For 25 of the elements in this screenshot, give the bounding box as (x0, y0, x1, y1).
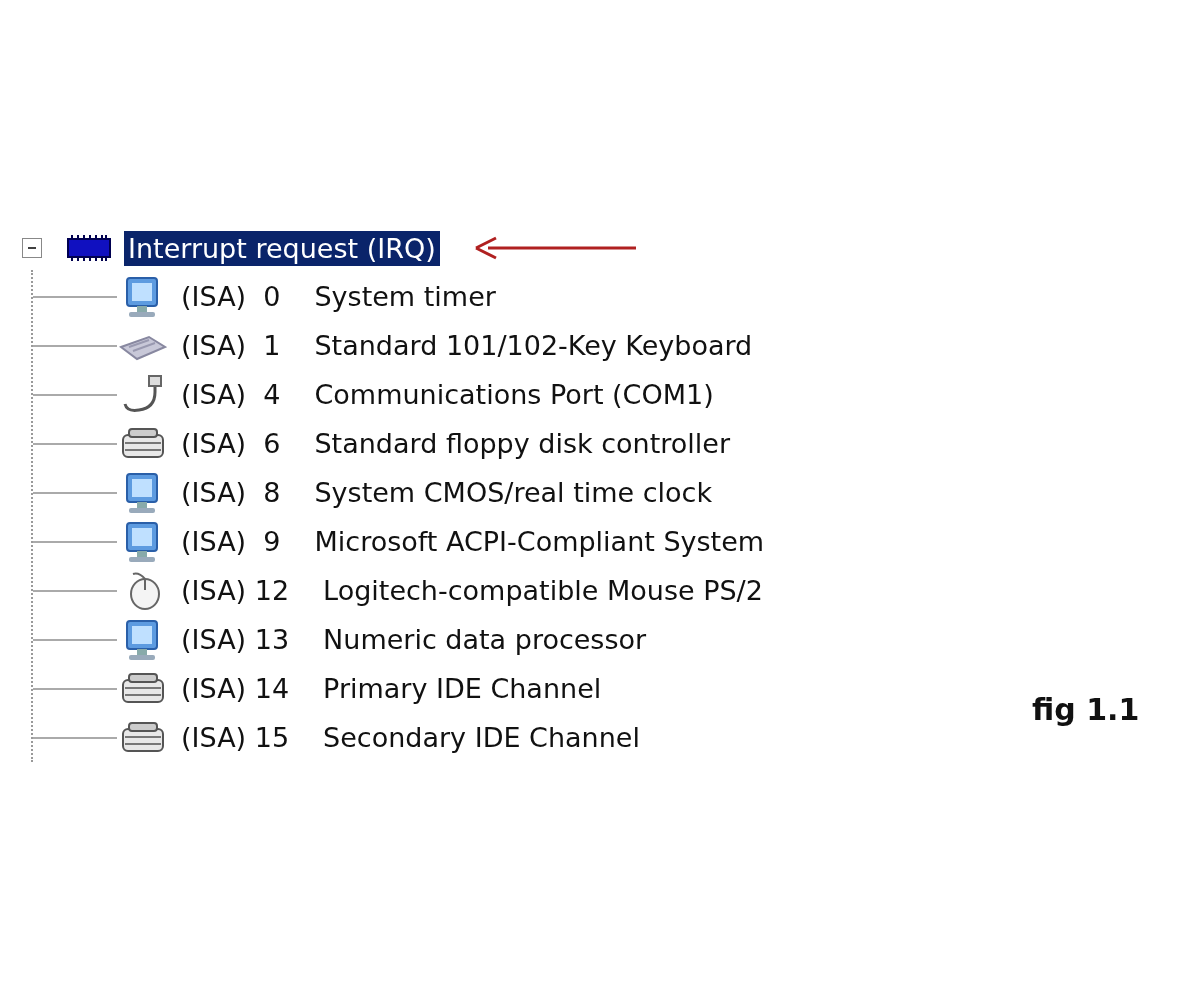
device-name[interactable]: Standard floppy disk controller (314, 428, 730, 459)
irq-number: (ISA) 4 (181, 379, 281, 410)
chip-icon (64, 233, 114, 263)
figure-label: fig 1.1 (1032, 692, 1140, 727)
tree-node[interactable]: Interrupt request (IRQ) (124, 230, 440, 266)
irq-number: (ISA) 0 (181, 281, 281, 312)
irq-number: (ISA) 15 (181, 722, 290, 753)
device-name[interactable]: Numeric data processor (323, 624, 647, 655)
device-name[interactable]: Communications Port (COM1) (314, 379, 714, 410)
device-name[interactable]: System CMOS/real time clock (314, 477, 713, 508)
irq-number: (ISA) 8 (181, 477, 281, 508)
device-name[interactable]: Logitech-compatible Mouse PS/2 (323, 575, 763, 606)
device-name[interactable]: System timer (314, 281, 496, 312)
arrow-icon (473, 236, 638, 260)
device-name[interactable]: Secondary IDE Channel (323, 722, 640, 753)
irq-number: (ISA) 12 (181, 575, 290, 606)
device-name[interactable]: Microsoft ACPI-Compliant System (314, 526, 765, 557)
device-name[interactable]: Standard 101/102-Key Keyboard (314, 330, 753, 361)
irq-number: (ISA) 1 (181, 330, 281, 361)
device-name[interactable]: Primary IDE Channel (323, 673, 602, 704)
irq-number: (ISA) 13 (181, 624, 290, 655)
collapse-toggle[interactable] (22, 238, 42, 258)
irq-number: (ISA) 6 (181, 428, 281, 459)
irq-number: (ISA) 14 (181, 673, 290, 704)
irq-number: (ISA) 9 (181, 526, 281, 557)
